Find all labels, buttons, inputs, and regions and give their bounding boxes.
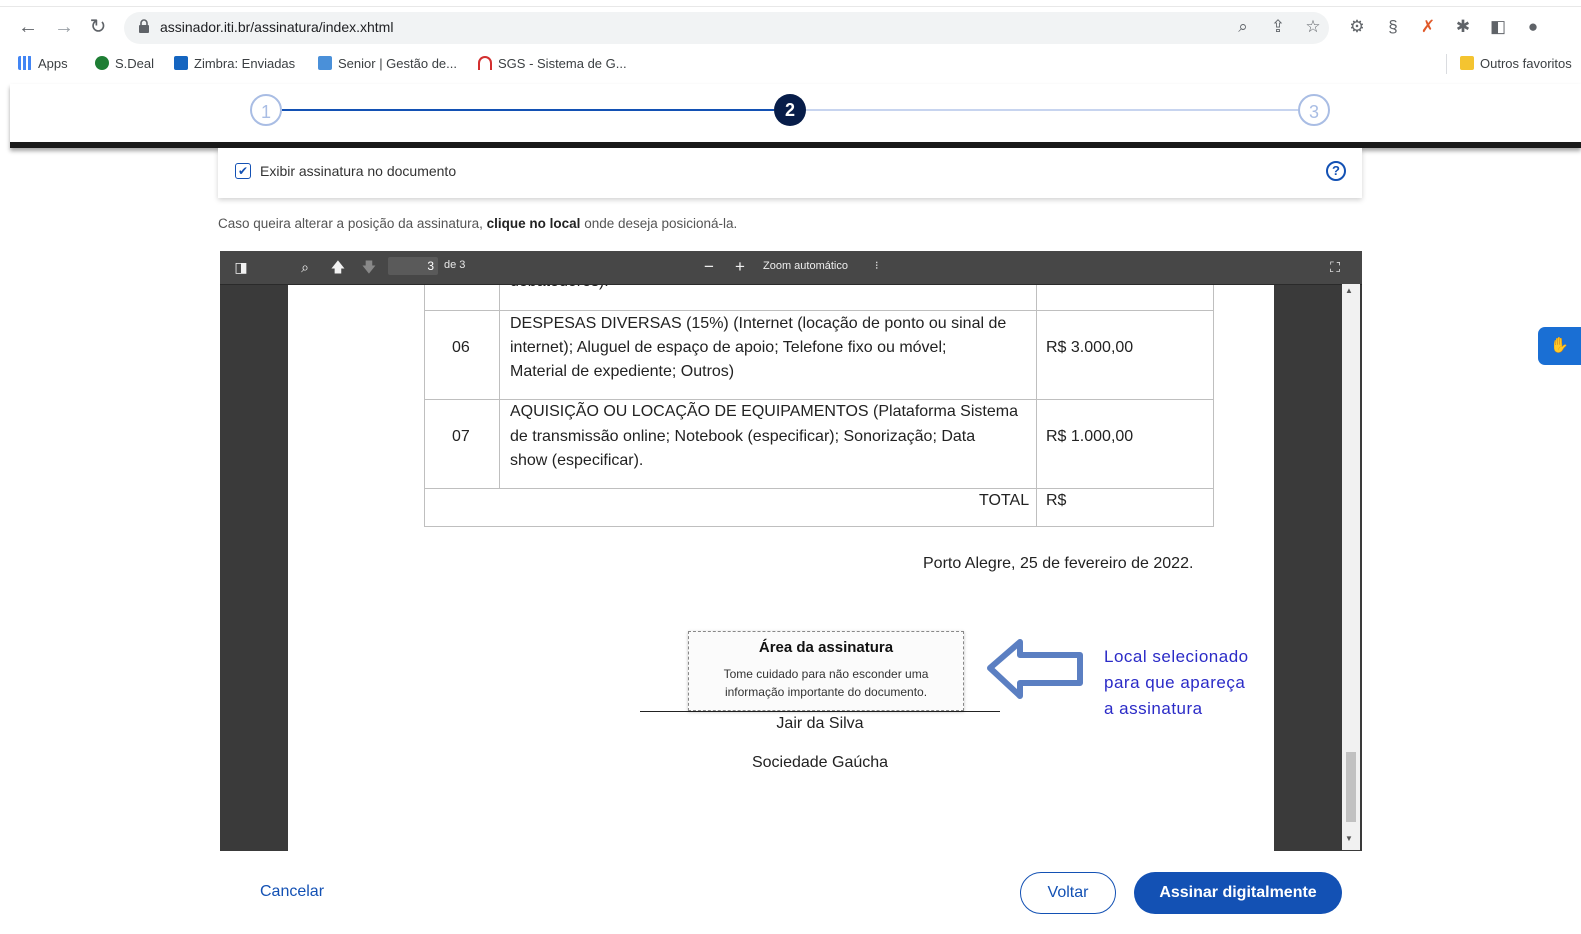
stepper-line-pending [806,109,1298,111]
step-1[interactable]: 1 [250,94,282,126]
previous-page-icon[interactable]: 🡅 [329,258,347,276]
place-date: Porto Alegre, 25 de fevereiro de 2022. [923,555,1194,572]
show-signature-label[interactable]: Exibir assinatura no documento [260,163,456,179]
total-label: TOTAL [979,492,1030,509]
search-icon[interactable]: ⌕ [296,258,314,276]
zoom-icon[interactable]: ⌕ [1232,16,1254,38]
row-06-desc-line-2: internet); Aluguel de espaço de apoio; T… [510,339,947,356]
url-text[interactable]: assinador.iti.br/assinatura/index.xhtml [160,19,393,35]
back-arrow-icon[interactable]: ← [16,14,40,40]
signature-area-title: Área da assinatura [758,639,894,656]
bookmark-sgs[interactable]: SGS - Sistema de G... [478,55,627,73]
bookmark-star-icon[interactable]: ☆ [1302,16,1324,38]
side-panel-icon[interactable]: ◧ [1487,16,1509,38]
scroll-down-arrow-icon[interactable]: ▼ [1345,834,1353,843]
step-2-active: 2 [774,94,806,126]
row-07-number: 07 [452,428,470,445]
row-06-value: R$ 3.000,00 [1046,339,1134,356]
table-cell-prev-num [424,284,500,311]
senior-icon [318,56,332,70]
scroll-up-arrow-icon[interactable]: ▲ [1345,286,1353,295]
row-06-desc-line-3: Material de expediente; Outros) [510,363,735,380]
tab-strip-edge [0,6,1581,7]
row-07-value: R$ 1.000,00 [1046,428,1134,445]
row-07-desc-line-3: show (especificar). [510,452,644,469]
forward-arrow-icon[interactable]: → [52,14,76,40]
annotation-line-3: a assinatura [1104,699,1203,718]
step-3: 3 [1298,94,1330,126]
row-07-desc-line-2: de transmissão online; Notebook (especif… [510,428,976,445]
row-06-number: 06 [452,339,470,356]
sign-digitally-button[interactable]: Assinar digitalmente [1134,872,1342,914]
annotation-line-1: Local selecionado [1104,647,1249,666]
extension-icon[interactable]: ⚙ [1346,16,1368,38]
zoom-out-icon[interactable]: − [700,258,718,276]
sdeal-icon [95,56,109,70]
next-page-icon[interactable]: 🡇 [360,258,378,276]
signer-organization: Sociedade Gaúcha [751,754,889,771]
back-button[interactable]: Voltar [1020,872,1116,914]
total-label-cell [424,488,1037,527]
bookmark-other-favorites[interactable]: Outros favoritos [1460,55,1572,73]
zoom-in-icon[interactable]: + [731,258,749,276]
cut-off-text-clip: debatedores). [510,284,630,294]
signature-area-hint: Tome cuidado para não esconder uma infor… [723,667,929,699]
help-icon[interactable]: ? [1326,161,1346,181]
left-arrow-annotation-icon [987,639,1083,699]
page-number-input[interactable]: 3 [388,257,438,275]
profile-avatar-icon[interactable]: ● [1522,16,1544,38]
cancel-link[interactable]: Cancelar [260,883,324,901]
annotation-line-2: para que apareça [1104,673,1246,692]
sgs-icon [478,56,492,70]
bookmarks-divider [1446,54,1447,74]
accessibility-widget-icon[interactable]: ✋ [1538,327,1581,365]
reload-icon[interactable]: ↻ [86,14,110,40]
folder-icon [1460,56,1474,70]
pin-extension-icon[interactable]: ✗ [1417,16,1439,38]
select-arrows-icon: ⁝ [875,260,879,272]
row-06-desc-line-1: DESPESAS DIVERSAS (15%) (Internet (locaç… [510,315,1007,332]
annotation-callout: Local selecionado para que apareça a ass… [1104,644,1249,722]
signer-name: Jair da Silva [776,715,864,732]
apps-grid-icon [18,56,32,70]
zimbra-icon [174,56,188,70]
bookmark-sdeal[interactable]: S.Deal [95,55,154,73]
section-extension-icon[interactable]: § [1382,16,1404,38]
signature-line [640,711,1000,712]
show-signature-checkbox[interactable]: ✔ [235,163,251,179]
instruction-text: Caso queira alterar a posição da assinat… [218,216,738,231]
fullscreen-icon[interactable]: ⛶ [1326,258,1344,276]
row-07-desc-line-1: AQUISIÇÃO OU LOCAÇÃO DE EQUIPAMENTOS (Pl… [510,403,1018,420]
stepper-line-completed [282,109,774,111]
puzzle-icon[interactable]: ✱ [1452,16,1474,38]
bookmark-apps[interactable]: Apps [18,55,68,73]
total-value: R$ [1046,492,1067,509]
share-icon[interactable]: ⇪ [1267,16,1289,38]
cut-off-text: debatedores). [510,284,609,294]
sidebar-toggle-icon[interactable]: ◨ [232,258,250,276]
bookmark-senior[interactable]: Senior | Gestão de... [318,55,457,73]
table-cell-prev-value [1036,284,1214,311]
page-count: de 3 [444,259,466,271]
lock-icon [139,19,149,33]
pdf-scroll-thumb[interactable] [1346,752,1356,822]
bookmark-zimbra[interactable]: Zimbra: Enviadas [174,55,295,73]
zoom-select[interactable]: Zoom automático ⁝ [757,256,889,276]
